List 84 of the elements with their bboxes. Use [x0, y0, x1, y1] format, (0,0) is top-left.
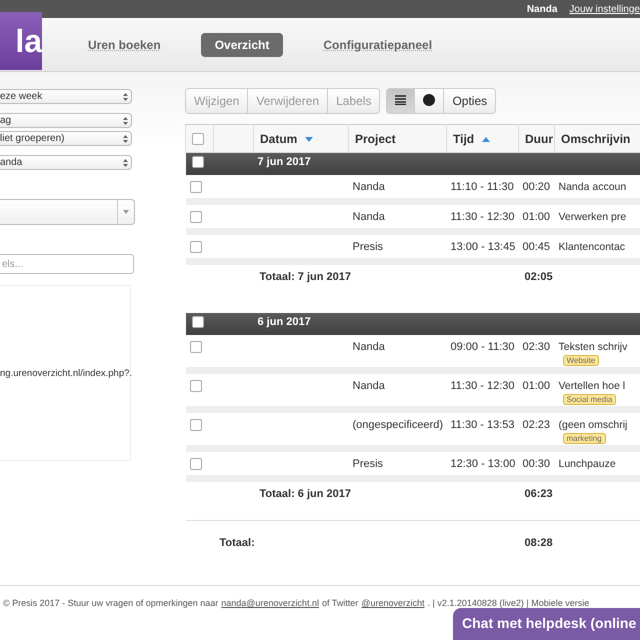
grand-total: 08:28 — [524, 537, 553, 549]
checkbox[interactable] — [190, 380, 202, 392]
nav-tab[interactable]: Overzicht — [200, 32, 284, 56]
group-date: 6 jun 2017 — [258, 316, 311, 328]
table-cell: Teksten schrijv — [558, 341, 628, 353]
table-cell: 02:30 — [522, 341, 550, 353]
twitter-link[interactable]: @urenoverzicht — [361, 598, 424, 608]
footer-text: . | v2.1.20140828 (live2) | Mobiele versie — [427, 598, 590, 608]
table-cell: 01:00 — [522, 211, 550, 223]
dropdown-icon — [123, 210, 129, 214]
checkbox[interactable] — [190, 419, 202, 432]
table-cell: 00:20 — [522, 181, 550, 193]
settings-link[interactable]: Jouw instellinge — [569, 4, 640, 14]
table-cell: 13:00 - 13:45 — [450, 241, 516, 253]
select-field[interactable]: eze week — [0, 89, 132, 104]
table-cell: Verwerken pre — [558, 211, 626, 223]
table-cell: Klantencontac — [558, 241, 626, 253]
label-tag: Website — [562, 355, 600, 366]
table-cell: 12:30 - 13:00 — [450, 458, 516, 470]
table-cell: 09:00 - 11:30 — [450, 341, 515, 353]
chat-button[interactable]: Chat met helpdesk (online — [453, 608, 640, 640]
search-field[interactable]: els... — [0, 254, 134, 274]
list-icon — [395, 95, 406, 105]
group-date: 7 jun 2017 — [258, 156, 311, 168]
select-field[interactable]: liet groeperen) — [0, 131, 132, 146]
table-cell: (ongespecificeerd) — [352, 419, 443, 431]
sort-ascending-icon — [482, 136, 490, 142]
select-arrows-icon — [123, 116, 128, 124]
checkbox[interactable] — [190, 211, 202, 224]
logo[interactable]: la — [0, 12, 42, 70]
group-total-label: Totaal: 6 jun 2017 — [260, 488, 351, 500]
table-cell: Nanda accoun — [558, 181, 626, 193]
table-cell: Nanda — [352, 181, 385, 193]
nav-tab[interactable]: Configuratiepaneel — [313, 32, 442, 56]
checkbox[interactable] — [192, 316, 204, 328]
column-header[interactable]: Duur — [518, 124, 554, 152]
view-toggle[interactable] — [414, 89, 444, 113]
select-arrows-icon — [123, 158, 128, 166]
table-cell: 01:00 — [522, 380, 550, 392]
select-arrows-icon — [123, 92, 128, 100]
checkbox[interactable] — [192, 156, 204, 168]
table-cell: 00:30 — [522, 458, 550, 470]
select-field[interactable]: ag — [0, 113, 132, 128]
table-cell: 11:30 - 12:30 — [450, 211, 515, 223]
url-text: ng.urenoverzicht.nl/index.php?. — [0, 368, 132, 378]
table-cell: 11:10 - 11:30 — [450, 181, 514, 193]
table-cell: 00:45 — [522, 241, 550, 253]
table-cell: Presis — [352, 458, 384, 470]
label-tag: Social media — [562, 394, 616, 405]
table-cell: Nanda — [352, 341, 385, 353]
label-tag: marketing — [562, 433, 606, 444]
checkbox[interactable] — [192, 133, 204, 146]
column-header[interactable]: Omschrijvin — [554, 124, 640, 152]
table-cell: Nanda — [352, 380, 385, 392]
column-header[interactable]: Project — [348, 124, 446, 152]
checkbox[interactable] — [190, 458, 202, 470]
sort-descending-icon — [305, 136, 314, 142]
footer-text: of Twitter — [322, 598, 358, 608]
table-cell: 02:23 — [522, 419, 550, 431]
table-cell: Nanda — [352, 211, 385, 223]
table-cell: 11:30 - 13:53 — [450, 419, 515, 431]
group-total: 06:23 — [524, 488, 553, 500]
footer-text: © Presis 2017 - Stuur uw vragen of opmerkingen naar — [3, 598, 218, 608]
checkbox[interactable] — [190, 241, 202, 254]
email-link[interactable]: nanda@urenoverzicht.nl — [221, 598, 319, 608]
table-cell: 11:30 - 12:30 — [450, 380, 515, 392]
table-cell: Vertellen hoe l — [558, 380, 626, 392]
table-cell: (geen omschrij — [558, 419, 628, 431]
column-header[interactable]: Datum — [254, 124, 348, 152]
column-header[interactable]: Tijd — [446, 124, 518, 152]
select-field[interactable]: anda — [0, 155, 132, 170]
user-name: Nanda — [526, 4, 558, 14]
options-button[interactable]: Opties — [443, 89, 496, 113]
grand-total-label: Totaal: — [220, 537, 255, 549]
group-total-label: Totaal: 7 jun 2017 — [260, 271, 351, 283]
combo-field[interactable] — [0, 199, 135, 225]
checkbox[interactable] — [190, 181, 202, 194]
table-cell: Presis — [352, 241, 384, 253]
table-cell: Lunchpauze — [558, 458, 616, 470]
group-total: 02:05 — [524, 271, 553, 283]
view-toggle[interactable] — [387, 89, 414, 113]
nav-tab[interactable]: Uren boeken — [78, 32, 171, 56]
checkbox[interactable] — [190, 341, 202, 354]
select-arrows-icon — [123, 134, 128, 142]
